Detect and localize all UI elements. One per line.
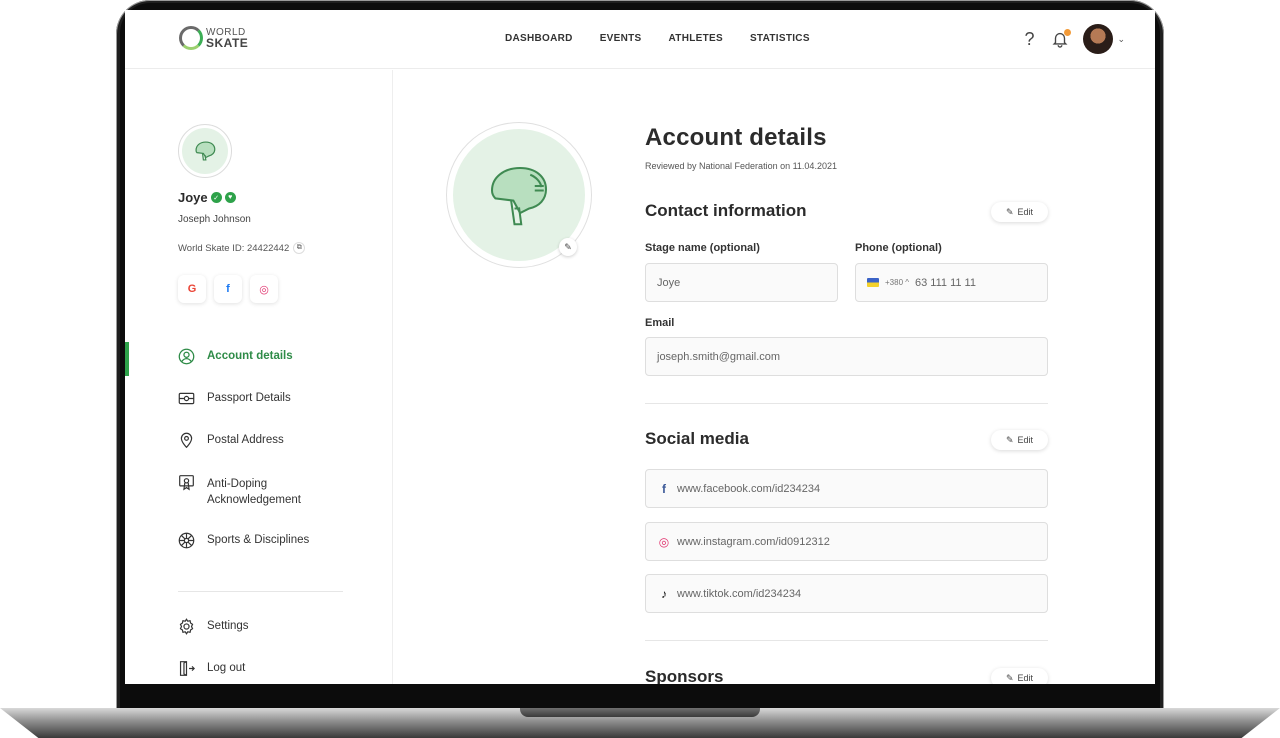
- sidebar-item-account-details[interactable]: Account details: [125, 342, 393, 392]
- ukraine-flag-icon: [867, 278, 879, 287]
- instagram-icon[interactable]: ◎: [250, 275, 278, 303]
- sidebar-item-label: Settings: [207, 620, 249, 632]
- sponsors-edit-button[interactable]: ✎ Edit: [991, 668, 1048, 684]
- logout-icon: [178, 660, 195, 677]
- contact-info-title: Contact information: [645, 201, 807, 220]
- pencil-icon: ✎: [1005, 434, 1014, 445]
- sidebar-item-anti-doping[interactable]: Anti-Doping Acknowledgement: [125, 474, 393, 534]
- section-divider: [645, 640, 1048, 641]
- profile-display-name: Joye ✓ ♥: [178, 190, 236, 205]
- sidebar-item-logout[interactable]: Log out: [125, 660, 393, 684]
- instagram-link-field[interactable]: ◎ www.instagram.com/id0912312: [645, 522, 1048, 561]
- edit-photo-pencil-icon[interactable]: ✎: [559, 238, 577, 256]
- logo-mark-icon: [179, 26, 203, 50]
- top-navbar: WORLD SKATE DASHBOARD EVENTS ATHLETES ST…: [125, 10, 1155, 69]
- chevron-down-icon[interactable]: ⌄: [1117, 34, 1125, 45]
- user-circle-icon: [178, 348, 195, 365]
- passport-icon: [178, 390, 195, 407]
- helmet-icon: [195, 141, 216, 161]
- sidebar-item-sports-disciplines[interactable]: Sports & Disciplines: [125, 532, 393, 576]
- sponsors-title: Sponsors: [645, 667, 724, 684]
- top-right-actions: ? ⌄: [1021, 24, 1125, 54]
- location-pin-icon: [178, 432, 195, 449]
- sidebar-item-label: Postal Address: [207, 434, 284, 446]
- phone-label: Phone (optional): [855, 242, 942, 254]
- phone-field[interactable]: +380 ^ 63 111 11 11: [855, 263, 1048, 302]
- tiktok-icon: ♪: [661, 586, 667, 601]
- contact-edit-button[interactable]: ✎ Edit: [991, 202, 1048, 222]
- user-avatar[interactable]: [1083, 24, 1114, 54]
- facebook-icon: f: [662, 481, 666, 496]
- instagram-icon: ◎: [658, 534, 670, 549]
- social-media-title: Social media: [645, 429, 749, 448]
- logo-line-2: SKATE: [206, 36, 249, 50]
- profile-full-name: Joseph Johnson: [178, 214, 251, 225]
- notification-dot: [1064, 29, 1072, 36]
- verified-check-icon: ✓: [210, 192, 222, 203]
- profile-avatar: [178, 124, 232, 178]
- google-icon[interactable]: G: [178, 275, 206, 303]
- sidebar-item-settings[interactable]: Settings: [125, 618, 393, 662]
- helmet-icon: [490, 166, 548, 226]
- social-edit-button[interactable]: ✎ Edit: [991, 430, 1048, 450]
- laptop-notch: [520, 708, 760, 717]
- facebook-link-field[interactable]: f www.facebook.com/id234234: [645, 469, 1048, 508]
- facebook-icon[interactable]: f: [214, 275, 242, 303]
- sidebar-item-label: Sports & Disciplines: [207, 534, 310, 546]
- nav-dashboard[interactable]: DASHBOARD: [505, 33, 573, 44]
- sidebar-menu: Account details Passport Details Postal …: [125, 342, 393, 576]
- sidebar-bottom-menu: Settings Log out: [125, 618, 393, 684]
- sidebar-item-postal-address[interactable]: Postal Address: [125, 432, 393, 476]
- pencil-icon: ✎: [1005, 672, 1014, 683]
- sidebar-item-passport-details[interactable]: Passport Details: [125, 392, 393, 434]
- sidebar-item-label: Passport Details: [207, 392, 291, 404]
- section-divider: [645, 403, 1048, 404]
- notification-bell-icon[interactable]: [1051, 29, 1072, 48]
- world-skate-logo[interactable]: WORLD SKATE: [179, 26, 248, 50]
- wheel-icon: [178, 532, 195, 549]
- social-login-badges: G f ◎: [178, 275, 278, 303]
- sidebar: Joye ✓ ♥ Joseph Johnson World Skate ID: …: [125, 70, 393, 684]
- main-nav: DASHBOARD EVENTS ATHLETES STATISTICS: [505, 33, 810, 44]
- sidebar-item-label: Anti-Doping Acknowledgement: [207, 478, 301, 506]
- stage-name-field[interactable]: Joye: [645, 263, 838, 302]
- page-title: Account details: [645, 124, 827, 151]
- app-screen: WORLD SKATE DASHBOARD EVENTS ATHLETES ST…: [125, 10, 1155, 684]
- world-skate-id: World Skate ID: 24422442 ⧉: [178, 242, 306, 254]
- nav-events[interactable]: EVENTS: [600, 33, 642, 44]
- email-label: Email: [645, 317, 675, 329]
- verified-heart-icon: ♥: [224, 192, 236, 203]
- review-status: Reviewed by National Federation on 11.04…: [645, 161, 837, 171]
- copy-icon[interactable]: ⧉: [293, 242, 306, 254]
- sidebar-item-label: Log out: [207, 662, 246, 674]
- email-field[interactable]: joseph.smith@gmail.com: [645, 337, 1048, 376]
- stage-name-label: Stage name (optional): [645, 242, 760, 254]
- pencil-icon: ✎: [1005, 206, 1014, 217]
- tiktok-link-field[interactable]: ♪ www.tiktok.com/id234234: [645, 574, 1048, 613]
- certificate-icon: [178, 474, 195, 491]
- help-icon[interactable]: ?: [1021, 29, 1037, 50]
- nav-statistics[interactable]: STATISTICS: [750, 33, 810, 44]
- nav-athletes[interactable]: ATHLETES: [669, 33, 723, 44]
- main-content: ✎ Account details Reviewed by National F…: [394, 70, 1155, 684]
- gear-icon: [178, 618, 195, 635]
- sidebar-item-label: Account details: [207, 350, 293, 362]
- country-code-selector[interactable]: +380 ^: [885, 278, 909, 287]
- sidebar-divider: [178, 591, 343, 592]
